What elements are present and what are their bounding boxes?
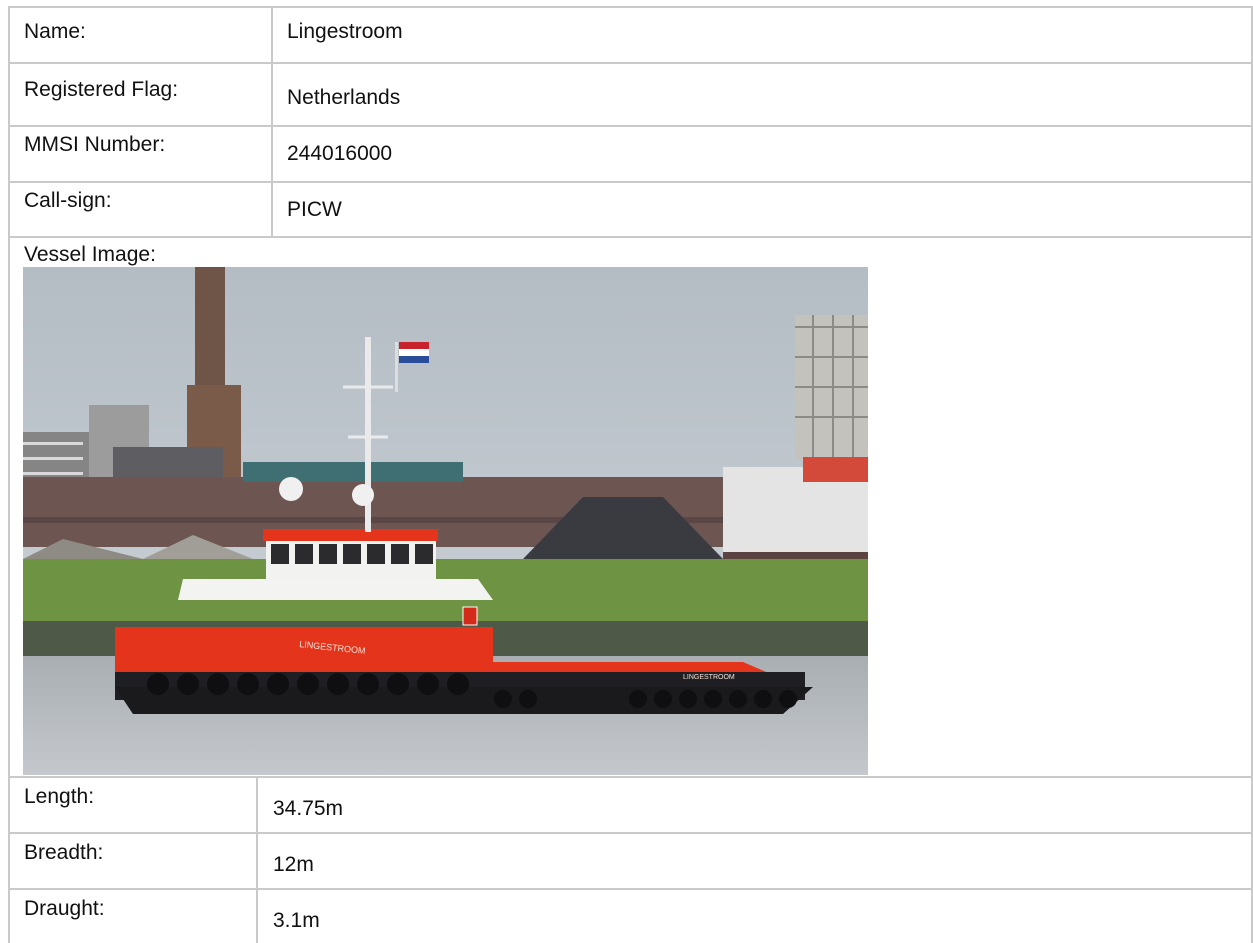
flag-value: Netherlands	[287, 86, 401, 109]
stern-name-text: LINGESTROOM	[683, 674, 735, 681]
row-divider	[8, 888, 1253, 890]
draught-value: 3.1m	[273, 909, 320, 932]
row-divider	[8, 236, 1253, 238]
vessel-image-label: Vessel Image:	[24, 243, 156, 266]
name-label: Name:	[24, 20, 86, 43]
draught-label: Draught:	[24, 897, 105, 920]
flag-label: Registered Flag:	[24, 78, 179, 101]
table-border-left	[8, 6, 10, 943]
breadth-label: Breadth:	[24, 841, 104, 864]
row-divider	[8, 125, 1253, 127]
row-divider	[8, 181, 1253, 183]
mmsi-label: MMSI Number:	[24, 133, 166, 156]
length-label: Length:	[24, 785, 95, 808]
breadth-value: 12m	[273, 853, 314, 876]
mmsi-value: 244016000	[287, 142, 393, 165]
length-value: 34.75m	[273, 797, 344, 820]
name-value: Lingestroom	[287, 20, 403, 43]
vessel-photo: LINGESTROOM LINGESTROOM	[23, 267, 868, 775]
row-divider	[8, 62, 1253, 64]
table-border-top	[8, 6, 1253, 8]
row-divider	[8, 776, 1253, 778]
callsign-label: Call-sign:	[24, 189, 112, 212]
row-divider	[8, 832, 1253, 834]
dutch-flag	[399, 342, 429, 349]
column-divider	[256, 776, 258, 943]
column-divider	[271, 6, 273, 238]
chimney	[195, 267, 225, 387]
callsign-value: PICW	[287, 198, 342, 221]
